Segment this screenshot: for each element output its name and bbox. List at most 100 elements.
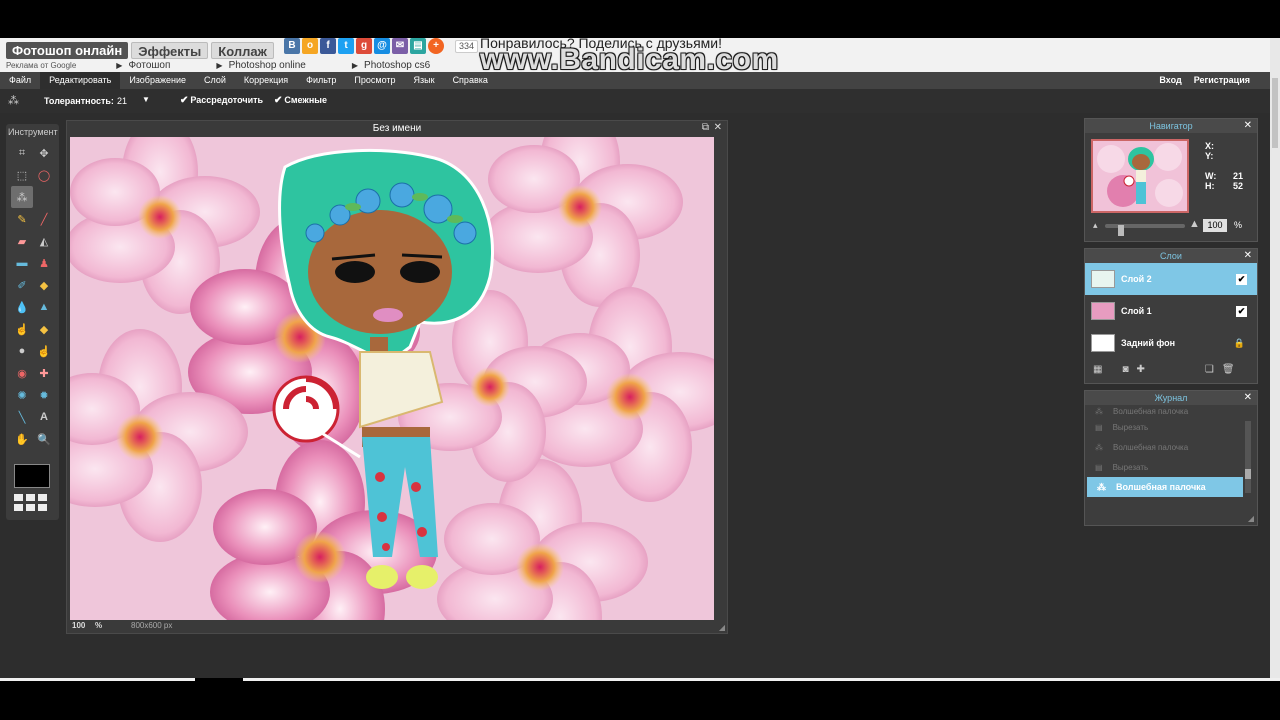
move-tool-icon[interactable]: ✥ bbox=[33, 142, 55, 164]
type-tool-icon[interactable]: A bbox=[33, 406, 55, 428]
marquee-tool-icon[interactable]: ⬚ bbox=[11, 164, 33, 186]
history-item[interactable]: ⁂ Волшебная палочка bbox=[1085, 405, 1257, 417]
menu-file[interactable]: Файл bbox=[0, 72, 40, 89]
checkmark-icon: ✔ bbox=[180, 95, 189, 106]
menu-layer[interactable]: Слой bbox=[195, 72, 235, 89]
menu-filter[interactable]: Фильтр bbox=[297, 72, 345, 89]
burn-tool-icon[interactable]: ● bbox=[11, 340, 33, 362]
ad-link-photoshop-cs6[interactable]: ▶ Photoshop cs6 bbox=[352, 60, 430, 71]
layer-row[interactable]: Задний фон 🔒 bbox=[1085, 327, 1257, 359]
delete-layer-icon[interactable]: 🗑 bbox=[1222, 364, 1235, 375]
layer-visibility-checkbox[interactable]: ✔ bbox=[1236, 273, 1247, 285]
layer-style-icon[interactable]: ✚ bbox=[1137, 364, 1145, 375]
twitter-icon[interactable]: t bbox=[338, 38, 354, 54]
layer-mask-icon[interactable]: ◙ bbox=[1122, 364, 1128, 375]
facebook-icon[interactable]: f bbox=[320, 38, 336, 54]
layer-visibility-checkbox[interactable]: ✔ bbox=[1236, 305, 1247, 317]
resize-grip-icon[interactable]: ◢ bbox=[1248, 514, 1254, 523]
close-icon[interactable]: ✕ bbox=[1244, 119, 1252, 133]
drawing-tool-icon[interactable]: ◆ bbox=[33, 274, 55, 296]
zoom-slider[interactable] bbox=[1105, 224, 1185, 236]
play-icon: ▶ bbox=[216, 60, 223, 70]
email-icon[interactable]: ✉ bbox=[392, 38, 408, 54]
google-plus-icon[interactable]: g bbox=[356, 38, 372, 54]
pencil-tool-icon[interactable]: ✎ bbox=[11, 208, 33, 230]
navigator-zoom-input[interactable]: 100 bbox=[1203, 219, 1227, 232]
magic-wand-icon: ⁂ bbox=[1095, 406, 1103, 416]
print-icon[interactable]: ▤ bbox=[410, 38, 426, 54]
color-replace-tool-icon[interactable]: ✐ bbox=[11, 274, 33, 296]
pinch-tool-icon[interactable]: ✹ bbox=[33, 384, 55, 406]
ad-link-photoshop[interactable]: ▶ Фотошоп bbox=[116, 60, 170, 71]
zoom-out-icon[interactable]: ▴ bbox=[1093, 220, 1098, 231]
stamp-tool-icon[interactable]: ♟ bbox=[33, 252, 55, 274]
layer-group-icon[interactable]: ▦ bbox=[1093, 364, 1102, 375]
zoom-slider-handle[interactable] bbox=[1118, 225, 1125, 236]
ad-link-photoshop-online[interactable]: ▶ Photoshop online bbox=[216, 60, 305, 71]
bucket-tool-icon[interactable]: ◭ bbox=[33, 230, 55, 252]
history-item[interactable]: ▤ Вырезать bbox=[1085, 457, 1257, 477]
close-icon[interactable]: ✕ bbox=[1244, 249, 1252, 263]
bloat-tool-icon[interactable]: ✺ bbox=[11, 384, 33, 406]
close-icon[interactable]: ✕ bbox=[1244, 391, 1252, 405]
new-layer-icon[interactable]: ❏ bbox=[1205, 364, 1214, 375]
antialias-checkbox[interactable]: ✔ Рассредоточить bbox=[180, 95, 263, 106]
menu-image[interactable]: Изображение bbox=[120, 72, 195, 89]
hand-tool-icon[interactable]: ✋ bbox=[11, 428, 33, 450]
blur-tool-icon[interactable]: 💧 bbox=[11, 296, 33, 318]
sharpen-tool-icon[interactable]: ▲ bbox=[33, 296, 55, 318]
tolerance-input[interactable]: 21 bbox=[117, 96, 127, 106]
layer-row[interactable]: Слой 1 ✔ bbox=[1085, 295, 1257, 327]
gradient-tool-icon[interactable]: ▬ bbox=[11, 252, 33, 274]
menu-help[interactable]: Справка bbox=[444, 72, 497, 89]
mail-at-icon[interactable]: @ bbox=[374, 38, 390, 54]
contiguous-checkbox[interactable]: ✔ Смежные bbox=[274, 95, 327, 106]
odnoklassniki-icon[interactable]: о bbox=[302, 38, 318, 54]
magic-wand-tool-icon[interactable]: ⁂ bbox=[11, 186, 33, 208]
ad-label: Реклама от Google bbox=[6, 60, 77, 70]
tolerance-dropdown-icon[interactable]: ▼ bbox=[142, 95, 150, 104]
history-item[interactable]: ▤ Вырезать bbox=[1085, 417, 1257, 437]
eraser-tool-icon[interactable]: ▰ bbox=[11, 230, 33, 252]
red-eye-tool-icon[interactable]: ◉ bbox=[11, 362, 33, 384]
w-label: W: bbox=[1205, 171, 1217, 181]
menu-language[interactable]: Язык bbox=[405, 72, 444, 89]
navigator-thumbnail[interactable] bbox=[1091, 139, 1189, 213]
history-scrollbar[interactable] bbox=[1245, 421, 1251, 493]
tolerance-label: Толерантность: bbox=[44, 96, 114, 106]
register-link[interactable]: Регистрация bbox=[1188, 72, 1256, 89]
zoom-tool-icon[interactable]: 🔍 bbox=[33, 428, 55, 450]
page-scrollbar[interactable] bbox=[1270, 38, 1280, 678]
dodge-tool-icon[interactable]: ☝ bbox=[33, 340, 55, 362]
color-picker-tool-icon[interactable]: ╲ bbox=[11, 406, 33, 428]
layer-row[interactable]: Слой 2 ✔ bbox=[1085, 263, 1257, 295]
menu-edit[interactable]: Редактировать bbox=[40, 72, 121, 89]
smudge-tool-icon[interactable]: ☝ bbox=[11, 318, 33, 340]
zoom-in-icon[interactable]: ▲ bbox=[1189, 218, 1200, 230]
tab-collage[interactable]: Коллаж bbox=[211, 42, 274, 59]
sponge-tool-icon[interactable]: ◆ bbox=[33, 318, 55, 340]
document-zoom-input[interactable]: 100 bbox=[72, 621, 85, 630]
maximize-icon[interactable]: ⧉ bbox=[702, 122, 709, 133]
foreground-color-swatch[interactable] bbox=[14, 464, 50, 488]
tab-photoshop-online[interactable]: Фотошоп онлайн bbox=[6, 42, 129, 59]
brush-tool-icon[interactable]: ╱ bbox=[33, 208, 55, 230]
h-value: 52 bbox=[1232, 181, 1243, 191]
tab-effects[interactable]: Эффекты bbox=[131, 42, 209, 59]
close-icon[interactable]: ✕ bbox=[714, 122, 722, 133]
menu-adjustment[interactable]: Коррекция bbox=[235, 72, 297, 89]
page-scroll-thumb[interactable] bbox=[1272, 78, 1278, 148]
crop-tool-icon[interactable]: ⌗ bbox=[11, 142, 33, 164]
history-item-active[interactable]: ⁂ Волшебная палочка bbox=[1087, 477, 1243, 497]
resize-grip-icon[interactable]: ◢ bbox=[719, 623, 725, 632]
lasso-tool-icon[interactable]: ◯ bbox=[33, 164, 55, 186]
spot-heal-tool-icon[interactable]: ✚ bbox=[33, 362, 55, 384]
menu-view[interactable]: Просмотр bbox=[345, 72, 404, 89]
vk-icon[interactable]: В bbox=[284, 38, 300, 54]
history-item[interactable]: ⁂ Волшебная палочка bbox=[1085, 437, 1257, 457]
add-more-icon[interactable]: + bbox=[428, 38, 444, 54]
layout-buttons[interactable] bbox=[14, 494, 52, 511]
history-scroll-thumb[interactable] bbox=[1245, 469, 1251, 479]
login-link[interactable]: Вход bbox=[1153, 72, 1187, 89]
image-canvas[interactable] bbox=[70, 137, 714, 620]
